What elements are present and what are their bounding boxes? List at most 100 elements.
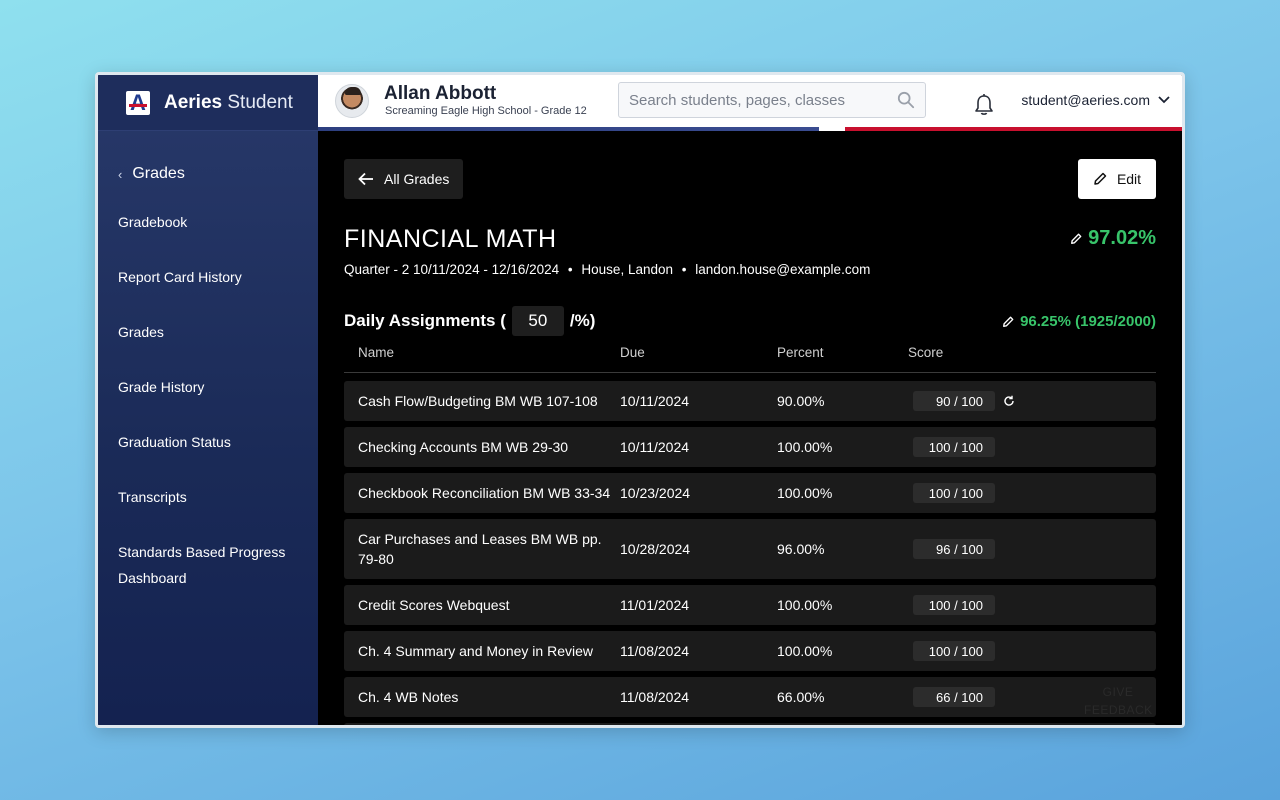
assignment-score: 100 / 100 (913, 595, 995, 615)
main-content: All Grades Edit FINANCIAL MATH 97.02% Qu… (318, 131, 1182, 725)
column-header-due[interactable]: Due (620, 345, 645, 360)
assignment-percent: 100.00% (777, 485, 833, 501)
assignment-due: 11/08/2024 (620, 643, 690, 659)
assignment-score: 100 / 100 (913, 483, 995, 503)
brand[interactable]: A Aeries Student (98, 75, 318, 131)
teacher-email[interactable]: landon.house@example.com (695, 262, 870, 277)
assignment-percent: 100.00% (777, 439, 833, 455)
assignment-score: 66 / 100 (913, 687, 995, 707)
score-field[interactable]: 100 / 100 (913, 483, 995, 503)
table-row[interactable]: Ch. 4 WB Notes 11/08/2024 66.00% 66 / 10… (344, 677, 1156, 717)
score-field[interactable]: 66 / 100 (913, 687, 995, 707)
refresh-icon[interactable] (1003, 395, 1015, 407)
assignment-percent: 90.00% (777, 393, 825, 409)
assignment-percent: 96.00% (777, 541, 825, 557)
assignment-due: 11/08/2024 (620, 689, 690, 705)
edit-label: Edit (1116, 171, 1142, 187)
table-row[interactable] (344, 723, 1156, 725)
sidebar-item-grade-history[interactable]: Grade History (118, 374, 318, 429)
table-row[interactable]: Checking Accounts BM WB 29-30 10/11/2024… (344, 427, 1156, 467)
assignment-name: Ch. 4 Summary and Money in Review (358, 643, 593, 659)
score-field[interactable]: 100 / 100 (913, 595, 995, 615)
all-grades-label: All Grades (384, 171, 450, 187)
user-email: student@aeries.com (1021, 92, 1150, 108)
category-title: Daily Assignments ( 50 /%) (344, 306, 595, 336)
assignment-name: Credit Scores Webquest (358, 597, 510, 613)
course-title: FINANCIAL MATH (344, 225, 557, 253)
separator-dot: • (567, 262, 573, 277)
assignment-due: 10/28/2024 (620, 541, 691, 557)
arrow-left-icon (358, 172, 373, 186)
assignment-percent: 100.00% (777, 597, 833, 613)
sidebar-item-transcripts[interactable]: Transcripts (118, 484, 318, 539)
column-header-percent[interactable]: Percent (777, 345, 824, 360)
assignment-due: 10/11/2024 (620, 393, 690, 409)
sidebar-item-grades[interactable]: Grades (118, 319, 318, 374)
assignment-score: 100 / 100 (913, 437, 995, 457)
pencil-icon (1003, 316, 1014, 327)
separator-dot: • (681, 262, 687, 277)
sidebar-nav: Gradebook Report Card History Grades Gra… (98, 209, 318, 609)
score-field[interactable]: 90 / 100 (913, 391, 995, 411)
assignment-percent: 100.00% (777, 643, 833, 659)
assignment-name: Checking Accounts BM WB 29-30 (358, 439, 569, 455)
table-row[interactable]: Checkbook Reconciliation BM WB 33-34 10/… (344, 473, 1156, 513)
sidebar: A Aeries Student ‹ Grades Gradebook Repo… (98, 75, 318, 725)
table-row[interactable]: Cash Flow/Budgeting BM WB 107-108 10/11/… (344, 381, 1156, 421)
table-row[interactable]: Ch. 4 Summary and Money in Review 11/08/… (344, 631, 1156, 671)
table-row[interactable]: Car Purchases and Leases BM WB pp. 79-80… (344, 519, 1156, 579)
assignment-due: 10/23/2024 (620, 485, 691, 501)
search-icon[interactable] (897, 91, 915, 109)
assignment-due: 11/01/2024 (620, 597, 690, 613)
student-school: Screaming Eagle High School - Grade 12 (385, 105, 587, 117)
course-grade-value: 97.02% (1088, 227, 1156, 249)
student-name[interactable]: Allan Abbott (384, 83, 496, 105)
category-suffix: /%) (569, 311, 596, 330)
column-header-name[interactable]: Name (358, 345, 394, 360)
pencil-icon (1071, 233, 1082, 244)
course-term: Quarter - 2 10/11/2024 - 12/16/2024 (344, 262, 560, 277)
table-row[interactable]: Credit Scores Webquest 11/01/2024 100.00… (344, 585, 1156, 625)
assignment-score: 100 / 100 (913, 641, 995, 661)
chevron-left-icon: ‹ (118, 166, 123, 182)
aeries-logo-icon: A (126, 90, 150, 115)
sidebar-back-label: Grades (132, 165, 185, 182)
course-grade[interactable]: 97.02% (1070, 227, 1156, 250)
score-field[interactable]: 100 / 100 (913, 641, 995, 661)
column-header-score[interactable]: Score (908, 345, 943, 360)
score-field[interactable]: 100 / 100 (913, 437, 995, 457)
all-grades-button[interactable]: All Grades (344, 159, 464, 199)
assignment-percent: 66.00% (777, 689, 825, 705)
assignment-name: Checkbook Reconciliation BM WB 33-34 (358, 485, 611, 501)
assignment-score: 96 / 100 (913, 539, 995, 559)
search-input[interactable] (629, 91, 897, 109)
sidebar-item-standards-dashboard[interactable]: Standards Based Progress Dashboard (118, 539, 318, 609)
assignment-due: 10/11/2024 (620, 439, 690, 455)
assignment-name: Cash Flow/Budgeting BM WB 107-108 (358, 393, 598, 409)
sidebar-item-report-card-history[interactable]: Report Card History (118, 264, 318, 319)
score-field[interactable]: 96 / 100 (913, 539, 995, 559)
course-meta: Quarter - 2 10/11/2024 - 12/16/2024 • Ho… (344, 262, 870, 277)
search-box (618, 82, 926, 118)
app-window: A Aeries Student ‹ Grades Gradebook Repo… (95, 72, 1185, 728)
avatar[interactable] (335, 84, 369, 118)
edit-button[interactable]: Edit (1078, 159, 1156, 199)
category-grade[interactable]: 96.25% (1925/2000) (1002, 313, 1156, 330)
bell-icon[interactable] (973, 93, 995, 117)
table-header: Name Due Percent Score (344, 345, 1156, 373)
category-grade-value: 96.25% (1925/2000) (1020, 313, 1156, 330)
top-header: Allan Abbott Screaming Eagle High School… (318, 75, 1182, 131)
category-weight-field[interactable]: 50 (511, 306, 564, 336)
course-teacher: House, Landon (581, 262, 673, 277)
sidebar-item-graduation-status[interactable]: Graduation Status (118, 429, 318, 484)
category-name: Daily Assignments ( (344, 311, 506, 330)
assignment-score: 90 / 100 (913, 391, 1015, 411)
sidebar-item-gradebook[interactable]: Gradebook (118, 209, 318, 264)
sidebar-back-link[interactable]: ‹ Grades (118, 165, 318, 183)
assignment-name: Ch. 4 WB Notes (358, 689, 459, 705)
assignment-table: Cash Flow/Budgeting BM WB 107-108 10/11/… (344, 381, 1156, 725)
chevron-down-icon (1158, 96, 1170, 104)
user-menu[interactable]: student@aeries.com (1021, 92, 1170, 108)
give-feedback-button[interactable]: GIVE FEEDBACK (1084, 683, 1152, 719)
assignment-name: Car Purchases and Leases BM WB pp. 79-80 (358, 531, 602, 567)
